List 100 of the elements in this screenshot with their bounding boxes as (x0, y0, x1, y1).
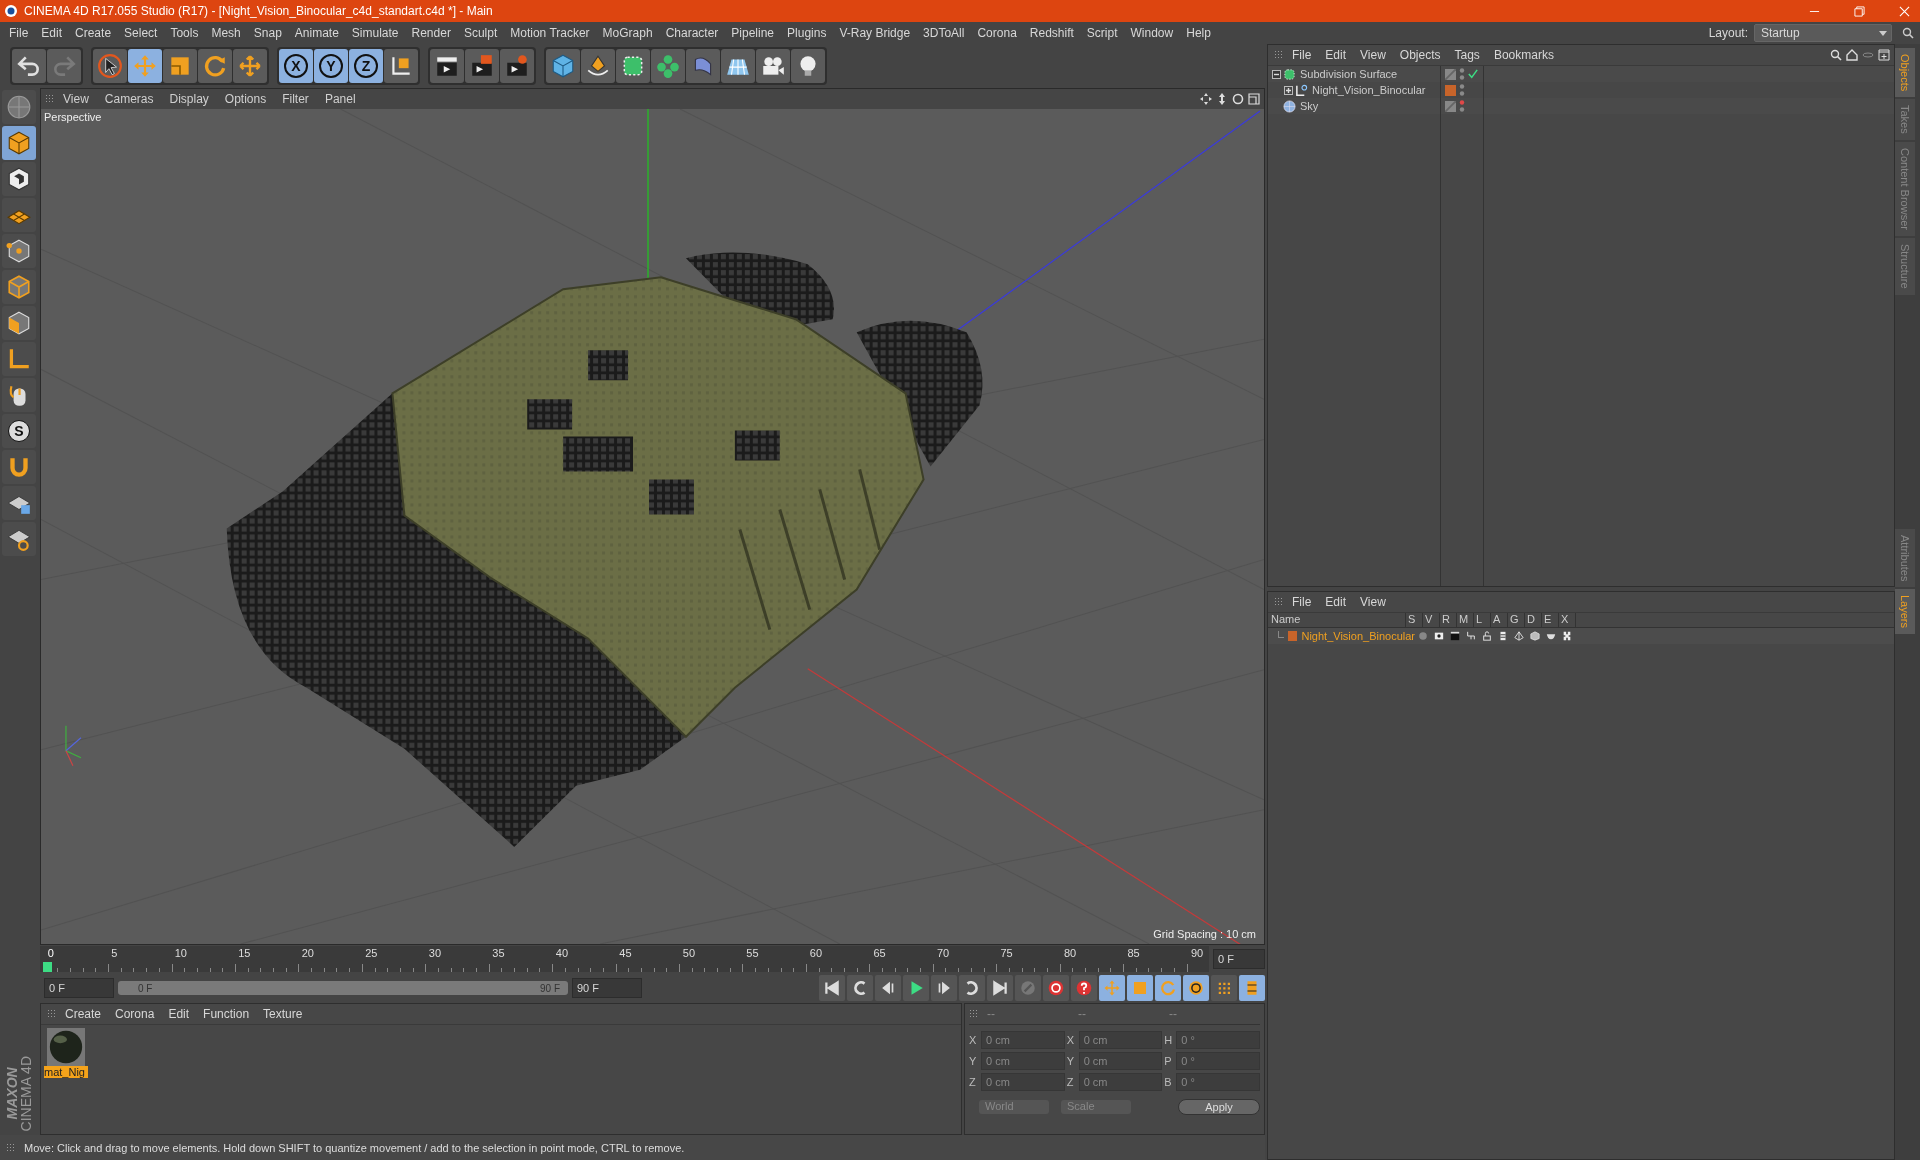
menu-item[interactable]: 3DToAll (918, 26, 973, 40)
material-preview[interactable] (44, 1028, 88, 1066)
menu-item[interactable]: Animate (289, 26, 347, 40)
layer-name[interactable]: Night_Vision_Binocular (1301, 630, 1415, 642)
visibility-dots-icon[interactable] (1459, 99, 1465, 113)
go-to-start-button[interactable] (819, 975, 845, 1001)
pan-view-icon[interactable] (1200, 93, 1212, 105)
column-header[interactable]: Name (1268, 613, 1406, 627)
maximize-view-icon[interactable] (1248, 93, 1260, 105)
parameter-key-button[interactable] (1183, 975, 1209, 1001)
lock-icon[interactable] (1482, 631, 1492, 641)
menu-item[interactable]: Create (70, 26, 120, 40)
cube-button[interactable] (546, 49, 580, 83)
menu-item[interactable]: Edit (1325, 595, 1361, 609)
play-button[interactable] (903, 975, 929, 1001)
menu-item[interactable]: Bookmarks (1493, 48, 1568, 62)
menu-item[interactable]: Window (1125, 26, 1182, 40)
rotate-button[interactable] (198, 49, 232, 83)
expand-toggle-icon[interactable] (1284, 85, 1293, 95)
viewport-menu-item[interactable]: View (63, 92, 105, 106)
bend-button[interactable] (686, 49, 720, 83)
subdivision-button[interactable] (616, 49, 650, 83)
layer-color-swatch[interactable] (1288, 631, 1298, 641)
model-mode-button[interactable] (2, 90, 36, 124)
restore-icon[interactable] (1854, 5, 1865, 17)
column-header[interactable]: G (1508, 613, 1525, 627)
xpresso-icon[interactable] (1562, 631, 1572, 641)
clapperboard-icon[interactable] (1450, 631, 1460, 641)
world-button[interactable] (384, 49, 418, 83)
menu-item[interactable]: Edit (1325, 48, 1361, 62)
render-settings-button[interactable] (500, 49, 534, 83)
menu-item[interactable]: Character (660, 26, 727, 40)
grid-snap-button[interactable] (2, 522, 36, 556)
next-key-button[interactable] (959, 975, 985, 1001)
object-cube-button[interactable] (2, 126, 36, 160)
axis-lock-button[interactable]: Z (349, 49, 383, 83)
workplane-button[interactable] (2, 198, 36, 232)
menu-item[interactable]: Corona (115, 1007, 169, 1021)
undo-button[interactable] (12, 49, 46, 83)
column-header[interactable]: R (1440, 613, 1457, 627)
layer-color-swatch[interactable] (1445, 84, 1456, 96)
column-header[interactable]: S (1406, 613, 1423, 627)
visibility-dots-icon[interactable] (1459, 67, 1465, 81)
menu-item[interactable]: View (1360, 595, 1400, 609)
new-window-icon[interactable] (1878, 49, 1890, 61)
grid-lock-button[interactable] (2, 486, 36, 520)
axis-lock-button[interactable]: Y (314, 49, 348, 83)
magnet-button[interactable] (2, 450, 36, 484)
layout-dropdown[interactable]: Startup (1754, 24, 1892, 42)
menu-item[interactable]: Plugins (782, 26, 835, 40)
polygons-cube-button[interactable] (2, 306, 36, 340)
axis-tool-button[interactable] (2, 342, 36, 376)
record-button[interactable] (1043, 975, 1069, 1001)
check-icon[interactable] (1468, 69, 1478, 79)
hierarchy-icon[interactable] (1466, 631, 1476, 641)
tweak-button[interactable] (2, 378, 36, 412)
current-frame-field[interactable]: 0 F (44, 978, 114, 998)
column-header[interactable]: L (1474, 613, 1491, 627)
menu-item[interactable]: Motion Tracker (505, 26, 598, 40)
solo-dot-icon[interactable] (1418, 631, 1428, 641)
pyramid-icon[interactable] (1514, 631, 1524, 641)
menu-item[interactable]: Edit (36, 26, 71, 40)
column-header[interactable]: M (1457, 613, 1474, 627)
expand-toggle-icon[interactable] (1272, 69, 1281, 79)
column-header[interactable]: D (1525, 613, 1542, 627)
points-cube-button[interactable] (2, 234, 36, 268)
film-strip-icon[interactable] (1498, 631, 1508, 641)
axis-lock-button[interactable]: X (279, 49, 313, 83)
menu-item[interactable]: MoGraph (597, 26, 661, 40)
search-icon[interactable] (1902, 27, 1914, 39)
next-frame-button[interactable] (931, 975, 957, 1001)
edges-cube-button[interactable] (2, 270, 36, 304)
close-icon[interactable] (1899, 5, 1910, 17)
shaded-cube-icon[interactable] (1530, 631, 1540, 641)
rotate-view-icon[interactable] (1232, 93, 1244, 105)
viewport-menu-item[interactable]: Filter (282, 92, 325, 106)
search-icon[interactable] (1830, 49, 1842, 61)
timeline-window-button[interactable] (1239, 975, 1265, 1001)
menu-item[interactable]: Texture (263, 1007, 317, 1021)
menu-item[interactable]: Corona (972, 26, 1025, 40)
viewport-menu-item[interactable]: Display (169, 92, 225, 106)
menu-item[interactable]: Script (1081, 26, 1126, 40)
zoom-view-icon[interactable] (1216, 93, 1228, 105)
menu-item[interactable]: Snap (248, 26, 290, 40)
menu-item[interactable]: V-Ray Bridge (834, 26, 919, 40)
menu-item[interactable]: Function (203, 1007, 264, 1021)
side-tab[interactable]: Layers (1895, 589, 1915, 635)
object-name[interactable]: Night_Vision_Binocular (1312, 84, 1426, 96)
menu-item[interactable]: Pipeline (726, 26, 783, 40)
menu-item[interactable]: File (4, 26, 37, 40)
object-name[interactable]: Sky (1300, 100, 1319, 112)
texture-cube-button[interactable] (2, 162, 36, 196)
menu-item[interactable]: Tags (1454, 48, 1494, 62)
menu-item[interactable]: View (1360, 48, 1400, 62)
menu-item[interactable]: Objects (1399, 48, 1455, 62)
scale-button[interactable] (163, 49, 197, 83)
snap-button[interactable]: S (2, 414, 36, 448)
cloner-button[interactable] (651, 49, 685, 83)
visibility-dots-icon[interactable] (1459, 83, 1465, 97)
camera-button[interactable] (756, 49, 790, 83)
